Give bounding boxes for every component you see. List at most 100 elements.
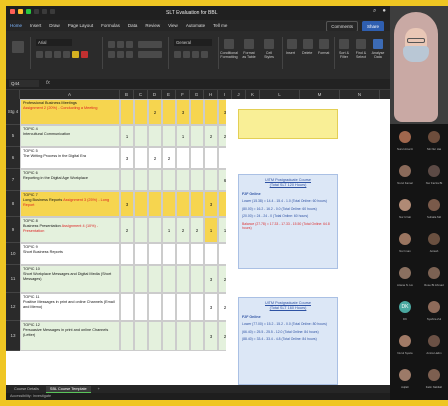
menu-automate[interactable]: Automate (186, 23, 205, 28)
insert-label[interactable]: Insert (286, 51, 295, 55)
row-number[interactable]: 5 (6, 125, 20, 147)
topic-cell[interactable]: TOPIC 9 Short Business Reports (20, 243, 120, 265)
row-number[interactable]: 11 (6, 265, 20, 293)
topic-cell[interactable]: TOPIC 12 Persuasive Messages in print and… (20, 321, 120, 351)
percent-icon[interactable] (183, 51, 190, 58)
align-right-icon[interactable] (126, 51, 133, 58)
value-cell[interactable] (190, 125, 204, 147)
value-cell[interactable] (190, 265, 204, 293)
participant-tile[interactable]: Syahira Zul (420, 298, 448, 333)
undo-icon[interactable] (42, 9, 47, 14)
menu-home[interactable]: Home (10, 23, 22, 28)
conditional-formatting-icon[interactable] (224, 39, 234, 49)
sort-filter-label[interactable]: Sort & Filter (336, 51, 352, 59)
menu-insert[interactable]: Insert (30, 23, 41, 28)
value-cell[interactable] (204, 147, 218, 169)
sort-filter-icon[interactable] (339, 39, 349, 49)
row-number[interactable]: 8 (6, 191, 20, 217)
participant-tile[interactable]: Fatin Nabilah (420, 366, 448, 401)
topic-cell[interactable]: TOPIC 5 The Writing Process in the Digita… (20, 147, 120, 169)
wrap-text-icon[interactable] (138, 41, 162, 48)
value-cell[interactable]: 2 (162, 147, 176, 169)
value-cell[interactable]: 2 (120, 217, 134, 243)
menu-draw[interactable]: Draw (49, 23, 60, 28)
topic-cell[interactable]: TOPIC 4 Intercultural Communication (20, 125, 120, 147)
column-header[interactable]: K (246, 90, 260, 99)
column-header[interactable]: A (20, 90, 120, 99)
column-header[interactable]: H (204, 90, 218, 99)
value-cell[interactable] (134, 217, 148, 243)
menu-formulas[interactable]: Formulas (101, 23, 120, 28)
zoom-window-icon[interactable] (26, 9, 31, 14)
participant-tile[interactable]: Nurul Syaza (391, 332, 419, 367)
value-cell[interactable]: 3 (176, 99, 190, 125)
fx-icon[interactable]: fx (46, 80, 50, 86)
value-cell[interactable] (148, 125, 162, 147)
value-cell[interactable] (204, 243, 218, 265)
delete-cells-icon[interactable] (303, 39, 313, 49)
value-cell[interactable]: 1 (162, 217, 176, 243)
delete-label[interactable]: Delete (302, 51, 312, 55)
value-cell[interactable] (148, 191, 162, 217)
value-cell[interactable] (120, 265, 134, 293)
participant-tile[interactable]: Nur Fazira Bt (420, 162, 448, 197)
value-cell[interactable] (134, 243, 148, 265)
value-cell[interactable]: 3 (120, 191, 134, 217)
column-header[interactable]: B (120, 90, 134, 99)
row-number[interactable]: 12 (6, 293, 20, 321)
bold-icon[interactable] (36, 51, 43, 58)
value-cell[interactable] (134, 99, 148, 125)
value-cell[interactable] (134, 125, 148, 147)
participant-tile[interactable]: Suhaila Md (420, 196, 448, 231)
conditional-formatting-label[interactable]: Conditional Formatting (220, 51, 238, 59)
close-window-icon[interactable] (10, 9, 15, 14)
number-format-select[interactable]: General (174, 39, 212, 46)
column-header[interactable]: I (218, 90, 232, 99)
value-cell[interactable] (148, 265, 162, 293)
participant-tile[interactable]: Ariana N. Ho (391, 264, 419, 299)
participant-tile[interactable]: Rose Bt Ahmad (420, 264, 448, 299)
participant-tile[interactable]: Anisah (420, 230, 448, 265)
merge-center-icon[interactable] (138, 51, 162, 58)
align-middle-icon[interactable] (117, 41, 124, 48)
underline-icon[interactable] (54, 51, 61, 58)
value-cell[interactable]: 1 (176, 125, 190, 147)
row-number[interactable]: 10 (6, 243, 20, 265)
value-cell[interactable]: 2 (148, 147, 162, 169)
participant-tile[interactable]: Nur Iman (391, 230, 419, 265)
value-cell[interactable]: 3 (204, 191, 218, 217)
value-cell[interactable] (134, 147, 148, 169)
value-cell[interactable]: 1 (120, 125, 134, 147)
font-color-icon[interactable] (81, 51, 88, 58)
value-cell[interactable] (134, 169, 148, 191)
value-cell[interactable] (190, 99, 204, 125)
value-cell[interactable] (134, 293, 148, 321)
value-cell[interactable] (190, 191, 204, 217)
value-cell[interactable]: 2 (148, 99, 162, 125)
comma-icon[interactable] (192, 51, 199, 58)
value-cell[interactable] (190, 169, 204, 191)
column-header[interactable]: J (232, 90, 246, 99)
insert-cells-icon[interactable] (287, 39, 297, 49)
value-cell[interactable] (120, 293, 134, 321)
column-header[interactable]: O (380, 90, 390, 99)
menu-data[interactable]: Data (128, 23, 138, 28)
value-cell[interactable] (162, 293, 176, 321)
align-left-icon[interactable] (108, 51, 115, 58)
format-table-icon[interactable] (244, 39, 254, 49)
participant-tile[interactable]: Aqilah (391, 366, 419, 401)
sheet-tab-course-details[interactable]: Course Details (10, 386, 43, 392)
value-cell[interactable] (134, 321, 148, 351)
column-header[interactable]: F (176, 90, 190, 99)
analyse-data-icon[interactable] (373, 39, 383, 49)
paste-icon[interactable] (12, 41, 24, 53)
format-label[interactable]: Format (318, 51, 329, 55)
value-cell[interactable] (176, 169, 190, 191)
align-top-icon[interactable] (108, 41, 115, 48)
topic-cell[interactable]: TOPIC 10 Short Workplace Messages and Dig… (20, 265, 120, 293)
find-select-icon[interactable] (356, 39, 366, 49)
analyse-data-label[interactable]: Analyse Data (370, 51, 386, 59)
select-all-corner[interactable] (6, 90, 20, 99)
value-cell[interactable]: 2 (190, 217, 204, 243)
value-cell[interactable] (204, 99, 218, 125)
